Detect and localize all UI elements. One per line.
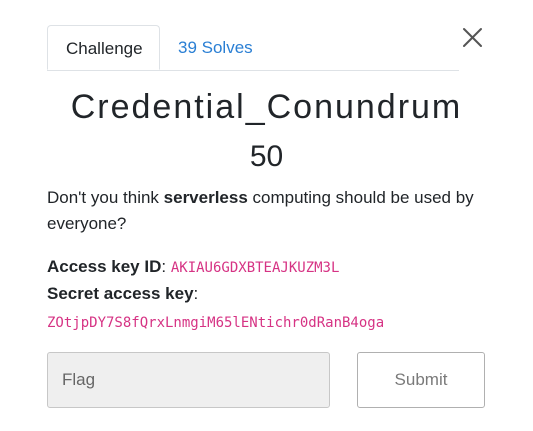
flag-input[interactable] [47, 352, 330, 408]
challenge-title: Credential_Conundrum [70, 88, 463, 126]
access-key-colon: : [161, 257, 167, 276]
secret-key-line: Secret access key: [47, 284, 198, 304]
secret-key-value: ZOtjpDY7S8fQrxLnmgiM65lENtichr0dRanB4oga [47, 315, 385, 331]
tab-solves[interactable]: 39 Solves [161, 25, 271, 69]
secret-key-value-line: ZOtjpDY7S8fQrxLnmgiM65lENtichr0dRanB4oga [47, 312, 384, 332]
access-key-label: Access key ID [47, 257, 162, 276]
access-key-line: Access key ID: AKIAU6GDXBTEAJKUZM3L [47, 257, 339, 277]
description-text-1: Don't you think [47, 188, 164, 207]
close-icon [463, 28, 482, 47]
description-emphasis: serverless [163, 188, 248, 207]
secret-key-label: Secret access key [47, 284, 194, 303]
challenge-tabs: Challenge 39 Solves [47, 25, 459, 71]
challenge-points: 50 [249, 140, 284, 173]
access-key-value: AKIAU6GDXBTEAJKUZM3L [170, 260, 340, 276]
submit-button[interactable]: Submit [357, 352, 485, 408]
tab-challenge[interactable]: Challenge [47, 25, 160, 70]
secret-key-colon: : [193, 284, 199, 303]
close-button[interactable] [460, 25, 485, 50]
challenge-description: Don't you think serverless computing sho… [47, 185, 487, 237]
